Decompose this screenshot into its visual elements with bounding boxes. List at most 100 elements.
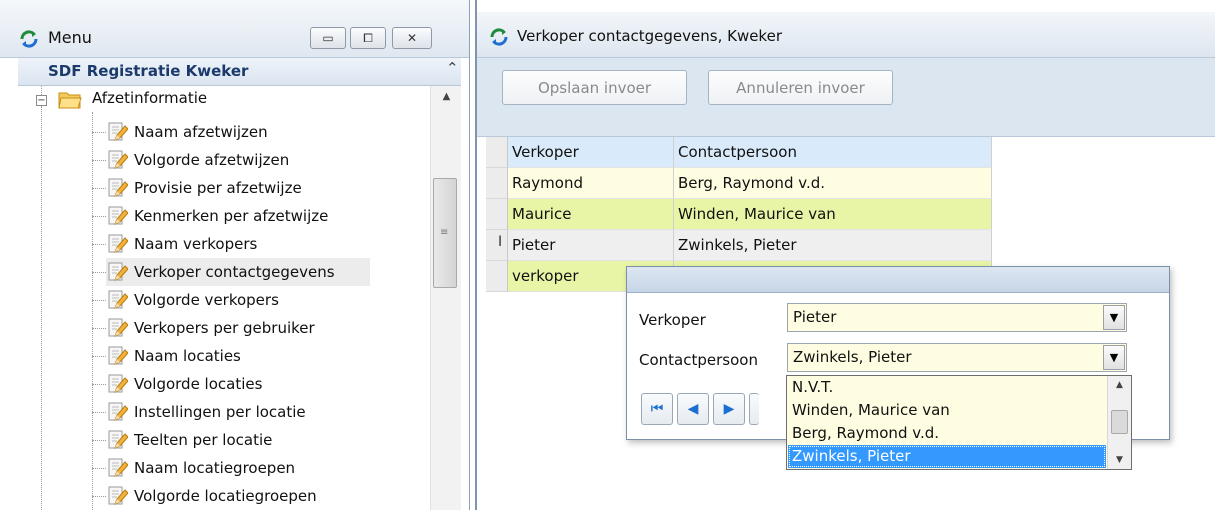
edit-document-icon xyxy=(106,177,128,199)
form-title: Verkoper contactgegevens, Kweker xyxy=(517,27,782,45)
chevron-down-icon[interactable]: ▼ xyxy=(1103,305,1125,330)
tree-line xyxy=(92,300,106,301)
edit-document-icon xyxy=(106,401,128,423)
menu-panel: Menu ▭ ⧠ ✕ SDF Registratie Kweker ⌃ − Af… xyxy=(0,0,470,510)
previous-record-icon: ◀ xyxy=(687,401,699,417)
dropdown-scroll-thumb[interactable] xyxy=(1111,410,1128,434)
chevron-down-icon[interactable]: ▼ xyxy=(1103,345,1125,370)
menu-item[interactable]: Provisie per afzetwijze xyxy=(106,174,302,202)
close-icon: ✕ xyxy=(406,31,418,45)
edit-document-icon xyxy=(106,457,128,479)
menu-item[interactable]: Naam verkopers xyxy=(106,230,257,258)
grid-cell-verkoper[interactable]: Maurice xyxy=(508,199,674,230)
row-selector[interactable]: I xyxy=(486,230,508,261)
menu-tree: Naam afzetwijzen Volgorde afzetwijzen Prov… xyxy=(18,86,428,510)
text-cursor-icon: I xyxy=(498,234,503,250)
menu-item-label: Naam verkopers xyxy=(134,235,258,253)
tree-line xyxy=(92,272,106,273)
maximize-button[interactable]: ⧠ xyxy=(350,27,386,49)
column-header-verkoper[interactable]: Verkoper xyxy=(508,137,674,168)
grid-header-selector[interactable] xyxy=(486,137,508,168)
dropdown-option[interactable]: Winden, Maurice van xyxy=(788,399,1106,422)
tree-line xyxy=(92,468,106,469)
tree-line xyxy=(92,244,106,245)
edit-document-icon xyxy=(106,233,128,255)
scroll-thumb[interactable]: ≡ xyxy=(433,178,457,288)
menu-item-label: Teelten per locatie xyxy=(134,431,273,449)
row-selector[interactable] xyxy=(486,261,508,292)
grid-cell-contactpersoon[interactable]: Berg, Raymond v.d. xyxy=(674,168,992,199)
menu-item[interactable]: Instellingen per locatie xyxy=(106,398,306,426)
scroll-up-arrow-icon[interactable]: ▲ xyxy=(1108,376,1131,394)
module-header[interactable]: SDF Registratie Kweker ⌃ xyxy=(18,58,461,86)
edit-document-icon xyxy=(106,373,128,395)
last-record-button[interactable] xyxy=(749,393,759,425)
edit-document-icon xyxy=(106,289,128,311)
scroll-down-arrow-icon[interactable]: ▼ xyxy=(1108,451,1131,469)
menu-item[interactable]: Naam locatiegroepen xyxy=(106,454,295,482)
row-selector[interactable] xyxy=(486,168,508,199)
menu-item[interactable]: Volgorde locaties xyxy=(106,370,262,398)
menu-item-label: Kenmerken per afzetwijze xyxy=(134,207,329,225)
sync-arrows-icon xyxy=(18,28,40,50)
menu-item-label: Volgorde verkopers xyxy=(134,291,279,309)
menu-item[interactable]: Verkoper contactgegevens xyxy=(106,258,370,286)
first-record-button[interactable]: ⏮ xyxy=(641,393,673,425)
collapse-chevron-icon[interactable]: ⌃ xyxy=(446,59,459,77)
cancel-button[interactable]: Annuleren invoer xyxy=(708,70,893,105)
menu-item[interactable]: Naam locaties xyxy=(106,342,241,370)
dropdown-scrollbar[interactable]: ▲ ▼ xyxy=(1107,376,1131,469)
edit-document-icon xyxy=(106,345,128,367)
minimize-button[interactable]: ▭ xyxy=(310,27,346,49)
tree-line xyxy=(92,412,106,413)
tree-line xyxy=(92,496,106,497)
edit-document-icon xyxy=(106,121,128,143)
form-titlebar: Verkoper contactgegevens, Kweker xyxy=(477,12,1215,58)
menu-titlebar: Menu ▭ ⧠ ✕ xyxy=(0,0,469,58)
close-button[interactable]: ✕ xyxy=(392,27,432,49)
tree-line xyxy=(92,160,106,161)
verkoper-label: Verkoper xyxy=(639,311,706,329)
menu-item-label: Verkopers per gebruiker xyxy=(134,319,315,337)
edit-document-icon xyxy=(106,317,128,339)
menu-item-label: Naam locaties xyxy=(134,347,241,365)
edit-document-icon xyxy=(106,149,128,171)
tree-line xyxy=(92,216,106,217)
tree-line xyxy=(92,384,106,385)
edit-document-icon xyxy=(106,205,128,227)
menu-item[interactable]: Naam afzetwijzen xyxy=(106,118,268,146)
menu-item[interactable]: Volgorde verkopers xyxy=(106,286,279,314)
menu-item-label: Volgorde locatiegroepen xyxy=(134,487,317,505)
tree-line xyxy=(92,356,106,357)
contactpersoon-select[interactable]: Zwinkels, Pieter ▼ xyxy=(787,343,1127,372)
contactpersoon-select-value: Zwinkels, Pieter xyxy=(793,348,912,366)
row-selector[interactable] xyxy=(486,199,508,230)
edit-document-icon xyxy=(106,485,128,507)
menu-item-label: Volgorde afzetwijzen xyxy=(134,151,290,169)
grid-cell-verkoper[interactable]: Pieter xyxy=(508,230,674,261)
tree-line xyxy=(92,188,106,189)
grid-cell-verkoper[interactable]: Raymond xyxy=(508,168,674,199)
next-record-button[interactable]: ▶ xyxy=(713,393,745,425)
dropdown-option[interactable]: Zwinkels, Pieter xyxy=(788,445,1106,468)
contactpersoon-label: Contactpersoon xyxy=(639,351,758,369)
save-button[interactable]: Opslaan invoer xyxy=(502,70,687,105)
contactpersoon-dropdown-list[interactable]: ▲ ▼ N.V.T. Winden, Maurice van Berg, Raymo… xyxy=(786,375,1132,470)
module-title: SDF Registratie Kweker xyxy=(48,62,249,80)
form-toolbar: Opslaan invoer Annuleren invoer xyxy=(477,58,1215,136)
previous-record-button[interactable]: ◀ xyxy=(677,393,709,425)
column-header-contactpersoon[interactable]: Contactpersoon xyxy=(674,137,992,168)
dropdown-option[interactable]: Berg, Raymond v.d. xyxy=(788,422,1106,445)
menu-item[interactable]: Kenmerken per afzetwijze xyxy=(106,202,328,230)
grid-cell-contactpersoon[interactable]: Winden, Maurice van xyxy=(674,199,992,230)
menu-item[interactable]: Volgorde afzetwijzen xyxy=(106,146,289,174)
dropdown-option[interactable]: N.V.T. xyxy=(788,376,1106,399)
grid-cell-contactpersoon[interactable]: Zwinkels, Pieter xyxy=(674,230,992,261)
verkoper-select[interactable]: Pieter ▼ xyxy=(787,303,1127,332)
menu-item[interactable]: Teelten per locatie xyxy=(106,426,272,454)
scroll-up-arrow-icon[interactable]: ▲ xyxy=(431,86,462,108)
menu-item[interactable]: Verkopers per gebruiker xyxy=(106,314,315,342)
scroll-grip-icon: ≡ xyxy=(440,227,449,238)
menu-item[interactable]: Volgorde locatiegroepen xyxy=(106,482,317,510)
menu-scrollbar[interactable]: ▲ ≡ xyxy=(430,86,461,510)
